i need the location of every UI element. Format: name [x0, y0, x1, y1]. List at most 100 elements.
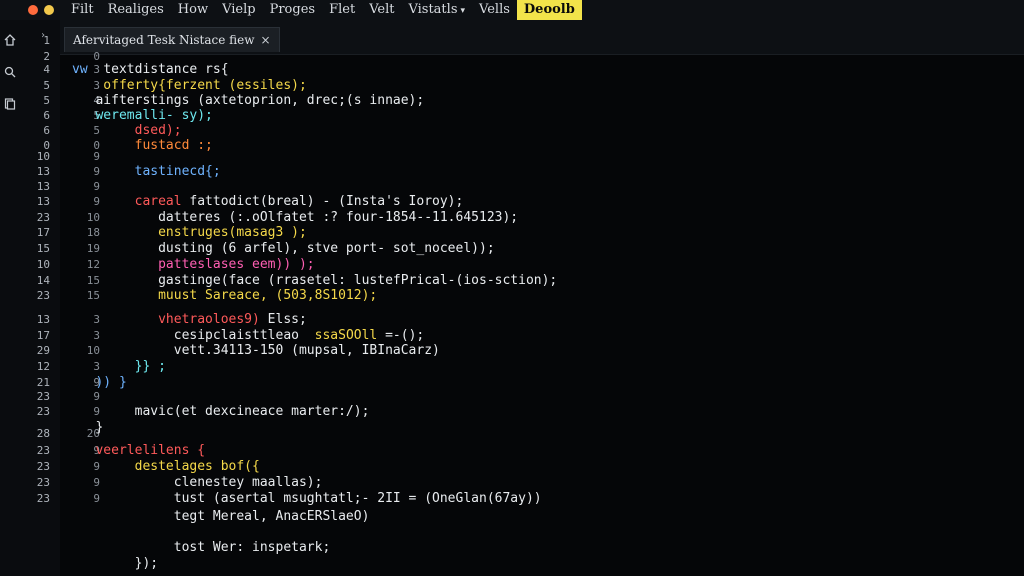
- code-line[interactable]: gastinge(face (rrasetel: lustefPrical-(i…: [72, 273, 557, 289]
- menu-item-6[interactable]: Velt: [362, 0, 401, 20]
- code-line[interactable]: tust (asertal msughtatl;- 2II = (OneGlan…: [72, 491, 542, 507]
- code-line[interactable]: tastinecd{;: [72, 164, 221, 180]
- tab-bar: Afervitaged Tesk Nistace fiew ×: [60, 20, 1024, 55]
- code-line[interactable]: vhetraoloes9) Elss;: [72, 312, 307, 328]
- line-number: 5: [43, 94, 50, 107]
- code-line[interactable]: enstruges(masag3 );: [72, 225, 307, 241]
- tab-active-file[interactable]: Afervitaged Tesk Nistace fiew ×: [64, 27, 280, 52]
- menu-item-3[interactable]: Vielp: [215, 0, 263, 20]
- line-number: 13: [36, 180, 50, 193]
- code-line[interactable]: destelages bof({: [72, 459, 260, 475]
- menu-item-1[interactable]: Realiges: [101, 0, 171, 20]
- code-token: });: [72, 556, 159, 571]
- code-line[interactable]: weremalli- sy);: [72, 108, 213, 124]
- code-token: careal: [72, 194, 190, 209]
- menu-item-label: Velt: [369, 2, 395, 17]
- code-line[interactable]: cesipclaisttleao ssaSOOll =-();: [72, 328, 425, 344]
- code-line[interactable]: dsed);: [72, 123, 182, 139]
- code-token: muust Sareace, (503,8S1012);: [72, 288, 378, 303]
- code-token: tost Wer: inspetark;: [72, 540, 331, 555]
- code-token: tegt Mereal, AnacERSlaeO): [72, 509, 370, 524]
- line-number: 6: [43, 109, 50, 122]
- menu-item-label: Filt: [71, 2, 94, 17]
- menu-item-label: Vells: [479, 2, 510, 17]
- menu-item-7[interactable]: Vistatls ▾: [401, 0, 472, 21]
- line-number: 23: [36, 476, 50, 489]
- menu-item-9[interactable]: Deoolb: [516, 0, 582, 20]
- code-token: tust (asertal msughtatl;- 2II = (OneGlan…: [72, 491, 542, 506]
- line-number: 23: [36, 405, 50, 418]
- line-number: 13: [36, 195, 50, 208]
- code-line[interactable]: aifterstings (axtetoprion, drec;(s innae…: [72, 93, 424, 109]
- code-line[interactable]: tost Wer: inspetark;: [72, 540, 331, 556]
- code-token: clenestey maallas);: [72, 475, 323, 490]
- line-number: 14: [36, 274, 50, 287]
- line-number: 23: [36, 211, 50, 224]
- line-number: 10: [36, 150, 50, 163]
- code-token: Elss;: [267, 312, 307, 327]
- code-token: vw: [72, 62, 104, 77]
- code-token: cesipclaisttleao: [72, 328, 315, 343]
- code-token: dsed);: [72, 123, 182, 138]
- line-number: 10: [36, 258, 50, 271]
- tab-label: Afervitaged Tesk Nistace fiew: [73, 33, 255, 47]
- menu-item-label: Vielp: [222, 2, 256, 17]
- activity-bar: [0, 20, 20, 576]
- window-controls: [28, 5, 54, 15]
- code-line[interactable]: }} ;: [72, 359, 166, 375]
- code-token: }} ;: [72, 359, 166, 374]
- line-number: 13: [36, 313, 50, 326]
- line-number: 5: [43, 79, 50, 92]
- code-token: datteres (:.oOlfatet :? four-1854--11.64…: [72, 210, 519, 225]
- code-line[interactable]: clenestey maallas);: [72, 475, 323, 491]
- home-icon[interactable]: [0, 28, 20, 52]
- code-line[interactable]: veerlelilens {: [72, 443, 205, 459]
- code-line[interactable]: dusting (6 arfel), stve port- sot_noceel…: [72, 241, 495, 257]
- code-line[interactable]: vw textdistance rs{: [72, 62, 229, 78]
- code-line[interactable]: vett.34113-150 (mupsal, IBInaCarz): [72, 343, 440, 359]
- menu-item-5[interactable]: Flet: [322, 0, 362, 20]
- code-line[interactable]: tegt Mereal, AnacERSlaeO): [72, 509, 370, 525]
- line-number: 1: [43, 34, 50, 47]
- menu-item-label: Realiges: [107, 2, 164, 17]
- line-number: 17: [36, 329, 50, 342]
- menu-item-0[interactable]: Filt: [64, 0, 101, 20]
- line-number: 28: [36, 427, 50, 440]
- code-line[interactable]: datteres (:.oOlfatet :? four-1854--11.64…: [72, 210, 518, 226]
- code-line[interactable]: });: [72, 556, 158, 572]
- code-line[interactable]: offerty{ferzent (essiles);: [72, 78, 307, 94]
- code-token: aifterstings (axtetoprion, drec;(s innae…: [72, 93, 425, 108]
- code-token: fattodict(breal) - (Insta's Ioroy);: [189, 194, 464, 209]
- close-icon[interactable]: ×: [261, 33, 271, 47]
- menu-item-4[interactable]: Proges: [263, 0, 322, 20]
- code-token: vhetraoloes9): [72, 312, 268, 327]
- line-number: 21: [36, 376, 50, 389]
- code-line[interactable]: )) }: [72, 375, 126, 391]
- files-icon[interactable]: [0, 92, 20, 116]
- code-line[interactable]: mavic(et dexcineace marter:/);: [72, 404, 370, 420]
- menu-item-8[interactable]: Vells: [472, 0, 517, 20]
- line-number: 29: [36, 344, 50, 357]
- menu-item-2[interactable]: How: [171, 0, 215, 20]
- code-line[interactable]: patteslases eem)) );: [72, 257, 315, 273]
- window-close-dot[interactable]: [28, 5, 38, 15]
- code-token: destelages bof({: [72, 459, 260, 474]
- code-line[interactable]: fustacd :;: [72, 138, 213, 154]
- line-number: 23: [36, 460, 50, 473]
- code-line[interactable]: muust Sareace, (503,8S1012);: [72, 288, 377, 304]
- code-line[interactable]: }: [72, 420, 103, 436]
- code-token: patteslases eem)) );: [72, 257, 315, 272]
- code-token: =-();: [385, 328, 425, 343]
- code-line[interactable]: careal fattodict(breal) - (Insta's Ioroy…: [72, 194, 464, 210]
- line-number: 23: [36, 289, 50, 302]
- code-token: gastinge(face (rrasetel: lustefPrical-(i…: [72, 273, 558, 288]
- code-token: offerty{ferzent (essiles);: [72, 78, 307, 93]
- search-icon[interactable]: [0, 60, 20, 84]
- window-minimize-dot[interactable]: [44, 5, 54, 15]
- fold-line-number: 9: [93, 180, 100, 193]
- code-token: veerlelilens {: [72, 443, 206, 458]
- code-token: tastinecd{;: [72, 164, 221, 179]
- line-number: 6: [43, 124, 50, 137]
- code-token: fustacd :;: [72, 138, 213, 153]
- code-token: weremalli- sy);: [72, 108, 213, 123]
